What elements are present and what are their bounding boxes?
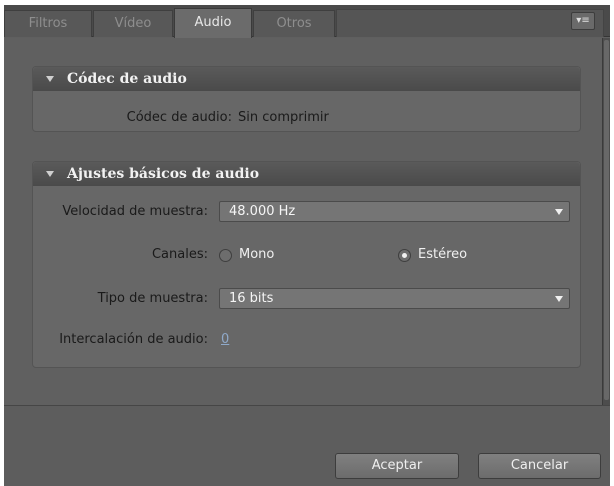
tab-video[interactable]: Vídeo [93,10,173,37]
radio-mono[interactable] [219,249,232,262]
basic-audio-panel-header[interactable]: Ajustes básicos de audio [33,162,580,186]
interleave-label: Intercalación de audio: [59,332,208,347]
tab-filtros[interactable]: Filtros [4,10,92,37]
basic-audio-panel-title: Ajustes básicos de audio [67,166,260,182]
collapse-triangle-icon[interactable] [46,171,54,177]
tab-otros[interactable]: Otros [253,10,335,37]
radio-mono-label[interactable]: Mono [239,247,274,262]
sample-rate-label: Velocidad de muestra: [62,204,208,219]
vertical-scrollbar[interactable] [602,38,610,405]
tab-bar: Filtros Vídeo Audio Otros ▾≡ [4,5,610,38]
codec-panel-title: Códec de audio [67,71,187,87]
collapse-triangle-icon[interactable] [46,76,54,82]
scrollbar-thumb[interactable] [604,40,609,400]
settings-content: Códec de audio Códec de audio: Sin compr… [4,38,602,405]
sample-type-select[interactable]: 16 bits [219,288,570,309]
interleave-value[interactable]: 0 [221,332,229,347]
codec-value: Sin comprimir [238,110,329,125]
dialog-footer: Aceptar Cancelar [4,405,610,486]
sample-rate-value: 48.000 Hz [229,204,296,219]
accept-button[interactable]: Aceptar [335,453,459,479]
export-settings-dialog: Filtros Vídeo Audio Otros ▾≡ Códec de au… [4,5,610,486]
channels-label: Canales: [151,247,208,262]
tab-bar-spacer [336,9,604,37]
codec-panel-header[interactable]: Códec de audio [33,67,580,91]
codec-panel: Códec de audio Códec de audio: Sin compr… [32,66,581,132]
cancel-button[interactable]: Cancelar [478,453,601,479]
chevron-down-icon[interactable] [552,204,567,219]
panel-menu-icon[interactable]: ▾≡ [571,12,595,30]
sample-type-label: Tipo de muestra: [97,291,208,306]
radio-stereo-label[interactable]: Estéreo [418,247,467,262]
tab-audio[interactable]: Audio [174,8,252,38]
sample-rate-select[interactable]: 48.000 Hz [219,201,570,222]
codec-label: Códec de audio: [126,110,232,125]
basic-audio-panel: Ajustes básicos de audio Velocidad de mu… [32,161,581,368]
chevron-down-icon[interactable] [552,291,567,306]
sample-type-value: 16 bits [229,291,274,306]
radio-stereo[interactable] [398,249,411,262]
